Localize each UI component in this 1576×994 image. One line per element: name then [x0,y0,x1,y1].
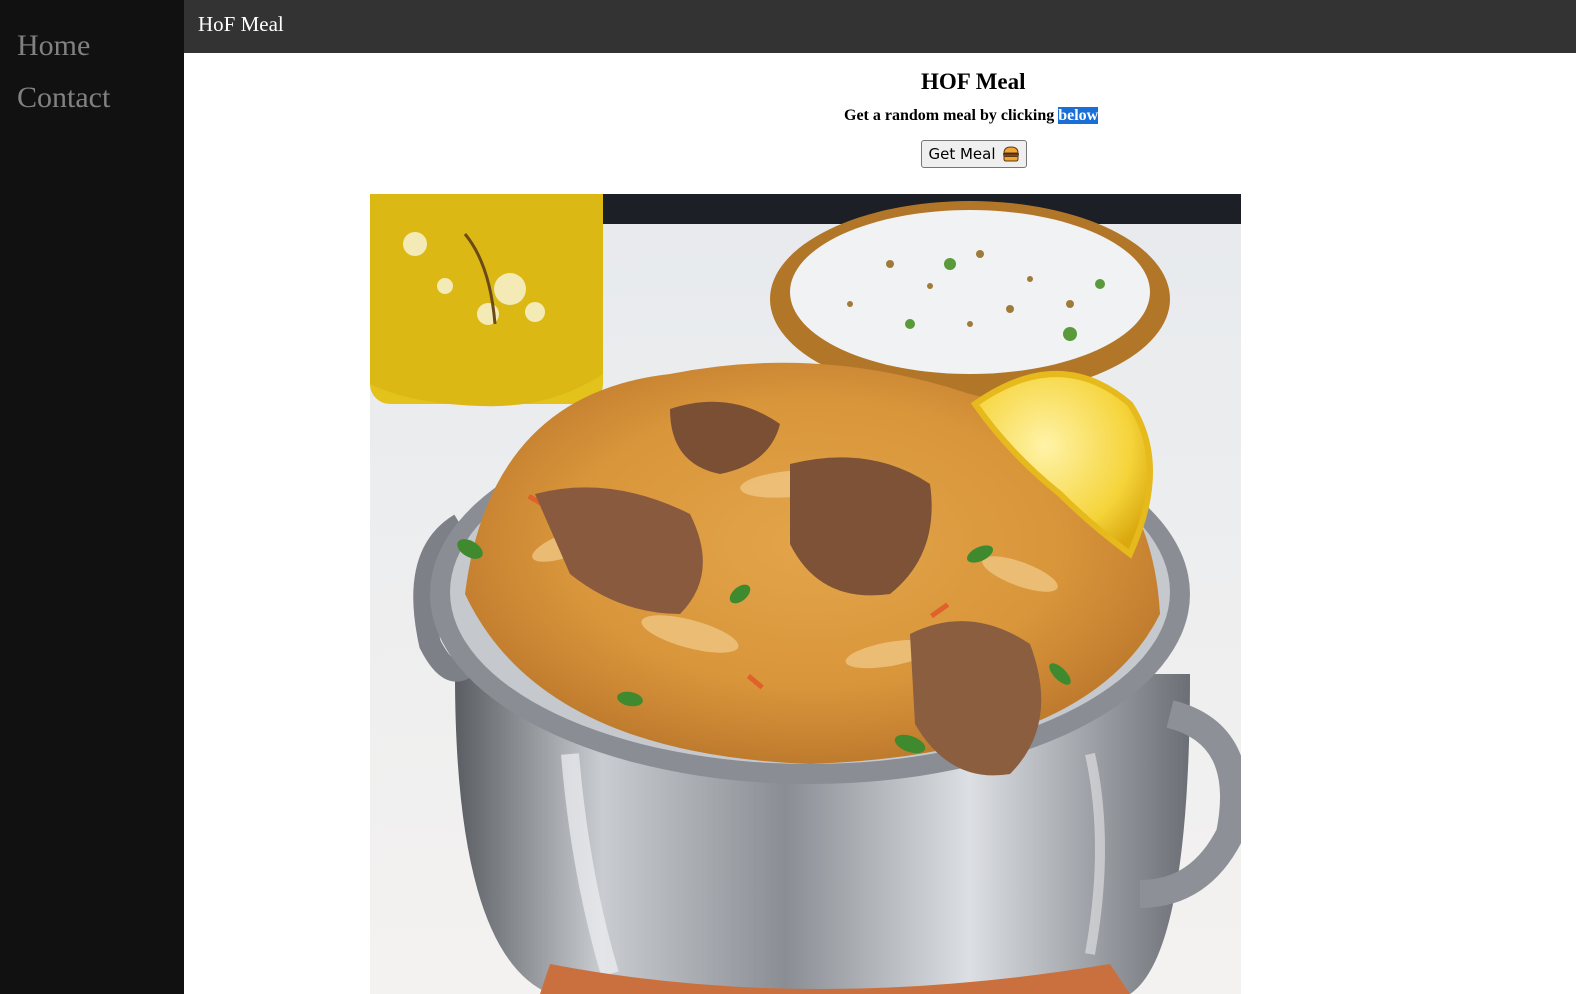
sidebar-item-home[interactable]: Home [0,20,184,72]
burger-icon [1002,146,1020,162]
main-content: HOF Meal Get a random meal by clicking b… [184,53,1576,994]
subtitle-highlight: below [1058,107,1099,124]
meal-image [370,194,1241,994]
get-meal-button-label: Get Meal [928,145,996,163]
page-title: HOF Meal [921,69,1026,94]
subtitle-text: Get a random meal by clicking [844,107,1059,124]
sidebar-nav: Home Contact [0,0,184,124]
page-subtitle: Get a random meal by clicking below [844,107,1099,125]
get-meal-button[interactable]: Get Meal [921,140,1027,168]
app-title: HoF Meal [198,12,284,36]
sidebar-item-contact[interactable]: Contact [0,72,184,124]
sidebar: Home Contact [0,0,184,994]
top-bar: HoF Meal [184,0,1576,53]
